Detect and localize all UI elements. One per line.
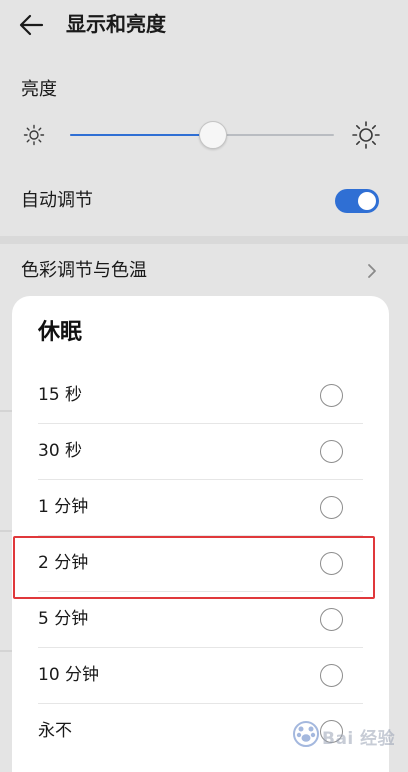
sun-small-icon <box>23 124 45 146</box>
radio-button[interactable] <box>320 440 343 463</box>
sun-large-icon <box>352 121 380 149</box>
arrow-left-icon <box>19 14 44 36</box>
radio-button[interactable] <box>320 552 343 575</box>
radio-button[interactable] <box>320 664 343 687</box>
slider-fill <box>70 134 213 136</box>
option-15-seconds[interactable]: 15 秒 <box>12 368 389 424</box>
option-label: 15 秒 <box>38 385 83 405</box>
option-label: 1 分钟 <box>38 497 89 517</box>
radio-button[interactable] <box>320 384 343 407</box>
option-10-minutes[interactable]: 10 分钟 <box>12 648 389 704</box>
page-title: 显示和亮度 <box>66 12 166 36</box>
header: 显示和亮度 <box>0 0 408 52</box>
color-temperature-label: 色彩调节与色温 <box>21 260 147 281</box>
watermark: Bai 经验 <box>292 716 404 756</box>
option-label: 10 分钟 <box>38 665 100 685</box>
slider-thumb[interactable] <box>198 121 227 149</box>
paw-logo-icon <box>293 721 319 747</box>
option-label: 永不 <box>38 721 72 741</box>
radio-button[interactable] <box>320 496 343 519</box>
radio-button[interactable] <box>320 608 343 631</box>
brightness-slider[interactable] <box>70 120 334 150</box>
option-1-minute[interactable]: 1 分钟 <box>12 480 389 536</box>
section-divider <box>0 236 408 244</box>
background-separator <box>0 650 12 652</box>
back-button[interactable] <box>14 8 48 42</box>
background-separator <box>0 410 12 412</box>
option-label: 2 分钟 <box>38 553 89 573</box>
option-5-minutes[interactable]: 5 分钟 <box>12 592 389 648</box>
color-temperature-row[interactable]: 色彩调节与色温 <box>0 244 408 296</box>
auto-adjust-toggle[interactable] <box>335 189 379 213</box>
background-separator <box>0 530 12 532</box>
toggle-knob <box>358 192 376 210</box>
auto-adjust-label: 自动调节 <box>21 190 93 211</box>
option-30-seconds[interactable]: 30 秒 <box>12 424 389 480</box>
watermark-text: Bai 经验 <box>322 729 396 749</box>
brightness-label: 亮度 <box>21 79 57 100</box>
sleep-dialog: 休眠 15 秒 30 秒 1 分钟 2 分钟 5 分钟 10 分钟 永不 <box>12 296 389 772</box>
screen: 显示和亮度 亮度 自动调节 色彩调节与色温 休眠 15 秒 30 秒 1 分钟 … <box>0 0 408 772</box>
option-label: 30 秒 <box>38 441 83 461</box>
auto-adjust-row: 自动调节 <box>0 176 408 228</box>
chevron-right-icon <box>368 264 376 278</box>
dialog-title: 休眠 <box>38 320 83 345</box>
option-2-minutes[interactable]: 2 分钟 <box>12 536 389 592</box>
option-label: 5 分钟 <box>38 609 89 629</box>
